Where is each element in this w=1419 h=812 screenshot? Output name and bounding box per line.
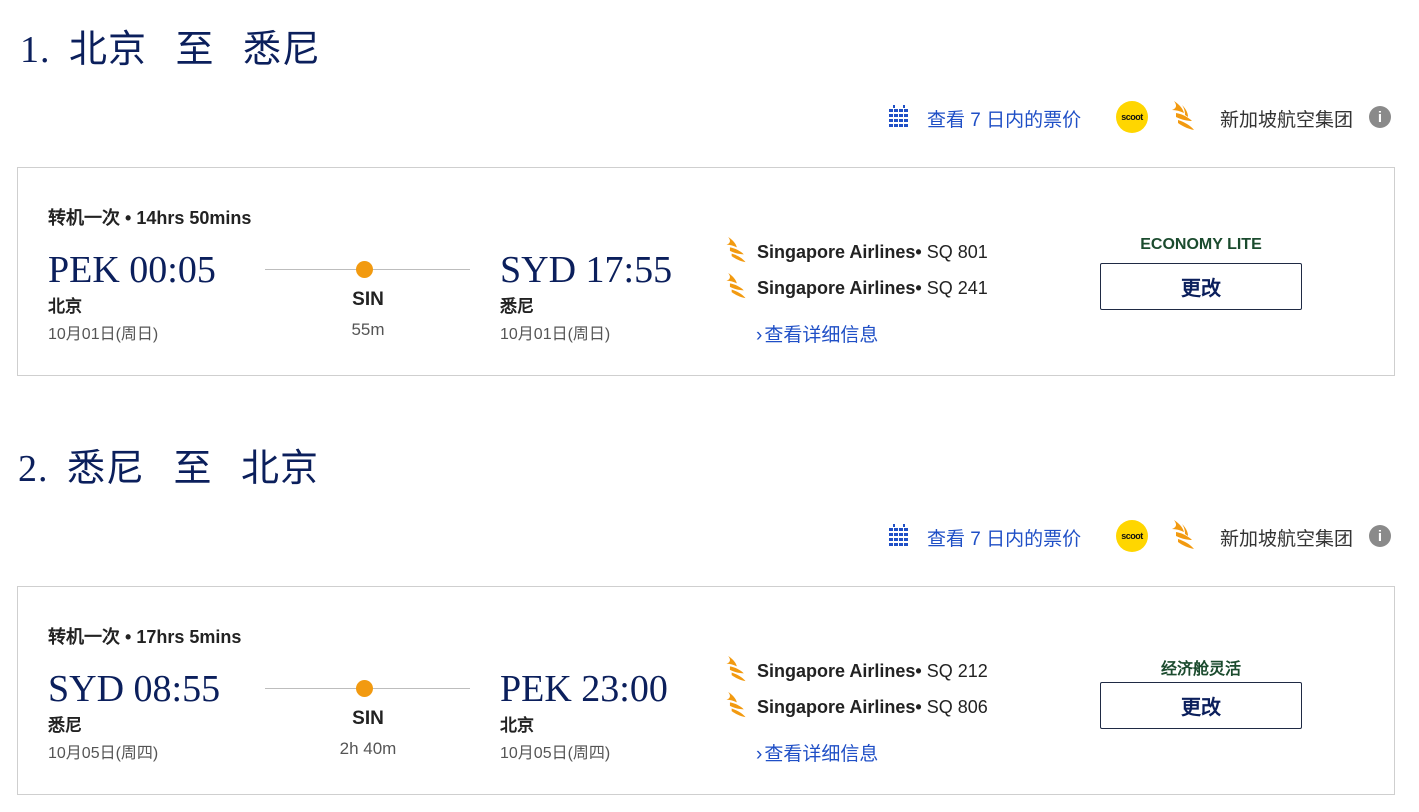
segment-toolbar: 查看 7 日内的票价 scoot 新加坡航空集团 i xyxy=(0,516,1419,556)
flight-card: 转机一次 • 14hrs 50mins PEK 00:05 北京 10月01日(周日… xyxy=(17,167,1395,376)
view-7-day-fares-link[interactable]: 查看 7 日内的票价 xyxy=(927,105,1081,132)
calendar-grid-icon[interactable] xyxy=(888,105,910,127)
scoot-logo-text: scoot xyxy=(1121,112,1143,122)
destination-city: 北京 xyxy=(241,448,320,490)
fare-class-label: 经济舱灵活 xyxy=(1160,661,1241,678)
stopover-code: SIN xyxy=(352,289,384,310)
fare-class-label: ECONOMY LITE xyxy=(1140,236,1262,253)
departure-city: 悉尼 xyxy=(48,716,82,735)
stopover-code: SIN xyxy=(352,708,384,729)
flight-number: SQ 241 xyxy=(926,278,988,298)
arrival-date: 10月01日(周日) xyxy=(500,326,611,343)
total-duration: 17hrs 5mins xyxy=(136,627,242,647)
view-7-day-fares-link[interactable]: 查看 7 日内的票价 xyxy=(927,524,1081,551)
airline-group-name: 新加坡航空集团 xyxy=(1220,529,1354,550)
scoot-logo-text: scoot xyxy=(1121,531,1143,541)
segment-number: 1. xyxy=(20,29,51,71)
flight-number: SQ 212 xyxy=(926,661,988,681)
trip-summary: 转机一次 • 17hrs 5mins xyxy=(48,627,242,647)
stopover-dot xyxy=(356,261,373,278)
flight-card: 转机一次 • 17hrs 5mins SYD 08:55 悉尼 10月05日(周四)… xyxy=(17,586,1395,795)
airline-name: Singapore Airlines xyxy=(757,697,916,717)
to-word: 至 xyxy=(173,448,213,490)
chevron-right-icon: › xyxy=(756,744,763,765)
stopover-dot xyxy=(356,680,373,697)
singapore-airlines-bird-icon xyxy=(726,692,746,718)
destination-city: 悉尼 xyxy=(243,29,322,71)
singapore-airlines-bird-icon xyxy=(1172,520,1194,549)
scoot-logo: scoot xyxy=(1116,520,1148,552)
arrival-city: 北京 xyxy=(500,716,534,735)
layover-duration: 2h 40m xyxy=(339,739,397,758)
departure-date: 10月05日(周四) xyxy=(48,745,159,762)
segment-title: 2. 悉尼 至 北京 xyxy=(18,437,319,492)
singapore-airlines-bird-icon xyxy=(1172,101,1194,130)
airline-name: Singapore Airlines xyxy=(757,278,916,298)
stops-label: 转机一次 xyxy=(48,208,120,228)
trip-summary: 转机一次 • 14hrs 50mins xyxy=(48,208,252,228)
chevron-right-icon: › xyxy=(756,325,763,346)
departure-city: 北京 xyxy=(48,297,82,316)
origin-city: 悉尼 xyxy=(67,448,146,490)
scoot-logo: scoot xyxy=(1116,101,1148,133)
flight-number: SQ 806 xyxy=(926,697,988,717)
origin-city: 北京 xyxy=(69,29,148,71)
view-details-label: 查看详细信息 xyxy=(764,744,879,765)
arrival-code-time: PEK 23:00 xyxy=(500,668,668,710)
view-details-link[interactable]: › 查看详细信息 xyxy=(756,320,878,347)
departure-date: 10月01日(周日) xyxy=(48,326,159,343)
info-circle-icon[interactable]: i xyxy=(1369,106,1391,128)
view-details-label: 查看详细信息 xyxy=(764,325,879,346)
calendar-grid-icon[interactable] xyxy=(888,524,910,546)
layover-duration: 55m xyxy=(351,320,385,339)
view-details-link[interactable]: › 查看详细信息 xyxy=(756,739,878,766)
change-fare-button[interactable]: 更改 xyxy=(1100,682,1302,729)
info-symbol: i xyxy=(1377,527,1383,545)
singapore-airlines-bird-icon xyxy=(726,273,746,299)
total-duration: 14hrs 50mins xyxy=(136,208,252,228)
flight-number: SQ 801 xyxy=(926,242,988,262)
departure-code-time: PEK 00:05 xyxy=(48,249,216,291)
airline-name: Singapore Airlines xyxy=(757,661,916,681)
segment-toolbar: 查看 7 日内的票价 scoot 新加坡航空集团 i xyxy=(0,97,1419,137)
departure-code-time: SYD 08:55 xyxy=(48,668,221,710)
airline-group-name: 新加坡航空集团 xyxy=(1220,110,1354,131)
segment-title: 1. 北京 至 悉尼 xyxy=(20,18,321,73)
arrival-city: 悉尼 xyxy=(500,297,534,316)
arrival-date: 10月05日(周四) xyxy=(500,745,611,762)
info-circle-icon[interactable]: i xyxy=(1369,525,1391,547)
to-word: 至 xyxy=(175,29,215,71)
segment-number: 2. xyxy=(18,448,49,490)
airline-name: Singapore Airlines xyxy=(757,242,916,262)
info-symbol: i xyxy=(1377,108,1383,126)
singapore-airlines-bird-icon xyxy=(726,656,746,682)
singapore-airlines-bird-icon xyxy=(726,237,746,263)
stops-label: 转机一次 xyxy=(48,627,120,647)
change-fare-button[interactable]: 更改 xyxy=(1100,263,1302,310)
arrival-code-time: SYD 17:55 xyxy=(500,249,673,291)
